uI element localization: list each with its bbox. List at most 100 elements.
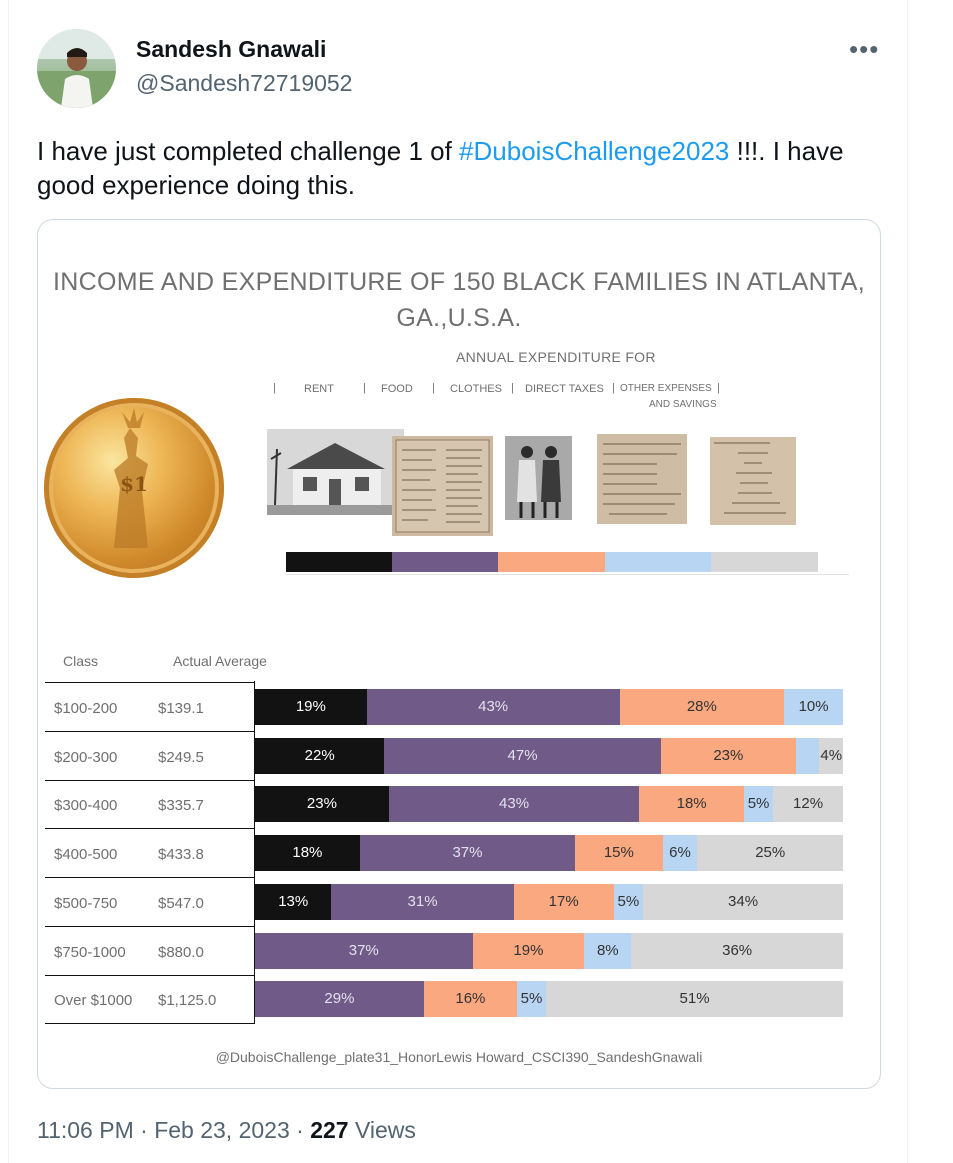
class-cell: $750-1000: [54, 943, 126, 961]
bar-segment-clothes: 15%: [575, 835, 663, 872]
bar-segment-other: 12%: [773, 786, 843, 823]
bar-segment-taxes: [795, 737, 820, 774]
tweet-text: I have just completed challenge 1 of #Du…: [37, 134, 897, 202]
category-direct-taxes: DIRECT TAXES: [525, 383, 604, 395]
avatar[interactable]: [37, 29, 116, 108]
bar-row: 13% 31% 17% 5% 34%: [255, 883, 843, 920]
viz-credit: @DuboisChallenge_plate31_HonorLewis Howa…: [215, 1049, 703, 1065]
legend-other-swatch: [711, 552, 818, 572]
coin-dollar-text: $1: [120, 472, 148, 496]
column-header-class: Class: [63, 653, 99, 669]
timeline-border-right: [907, 0, 908, 1163]
category-header: | RENT | FOOD | CLOTHES | DIRECT TAXES |…: [270, 381, 750, 421]
column-header-average: Actual Average: [173, 653, 267, 669]
hashtag-link[interactable]: #DuboisChallenge2023: [459, 136, 729, 166]
table-row: $500-750 $547.0: [45, 878, 254, 927]
tweet-meta: 11:06 PM · Feb 23, 2023 · 227 Views: [37, 1117, 416, 1144]
category-divider: |: [273, 382, 276, 394]
category-divider: |: [363, 382, 366, 394]
bar-segment-taxes: 10%: [784, 689, 843, 725]
tweet-date[interactable]: Feb 23, 2023: [154, 1117, 290, 1143]
bar-segment-other: 4%: [819, 737, 843, 774]
clothes-photo: [505, 436, 572, 520]
table-row: $300-400 $335.7: [45, 780, 254, 830]
tweet-time[interactable]: 11:06 PM: [37, 1117, 134, 1143]
bar-segment-clothes: 18%: [639, 786, 745, 823]
bar-segment-food: 37%: [359, 835, 576, 872]
author-handle[interactable]: @Sandesh72719052: [136, 70, 352, 97]
viz-title: INCOME AND EXPENDITURE OF 150 BLACK FAMI…: [53, 268, 865, 332]
average-cell: $249.5: [158, 748, 204, 766]
bar-segment-other: 25%: [697, 835, 843, 872]
average-cell: $433.8: [158, 846, 204, 864]
more-dots-icon[interactable]: •••: [849, 34, 879, 65]
table-row: Over $1000 $1,125.0: [45, 975, 254, 1025]
table-row: $400-500 $433.8: [45, 829, 254, 879]
bar-row: 18% 37% 15% 6% 25%: [255, 835, 843, 872]
category-clothes: CLOTHES: [450, 383, 502, 395]
timeline-border-left: [8, 0, 9, 1163]
class-cell: $200-300: [54, 748, 118, 766]
bar-segment-taxes: 5%: [516, 981, 547, 1018]
media-card[interactable]: INCOME AND EXPENDITURE OF 150 BLACK FAMI…: [37, 219, 881, 1089]
table-row: $750-1000 $880.0: [45, 927, 254, 976]
table-row: $100-200 $139.1: [45, 683, 254, 732]
bar-row: 19% 43% 28% 10%: [255, 689, 843, 725]
house-photo: [267, 429, 404, 515]
bar-segment-food: 43%: [388, 786, 640, 823]
viz-subtitle: ANNUAL EXPENDITURE FOR: [456, 349, 656, 365]
bar-segment-other: 36%: [631, 932, 843, 969]
bar-segment-clothes: 17%: [513, 883, 614, 920]
bar-segment-clothes: 23%: [660, 737, 796, 774]
views-count: 227: [310, 1117, 349, 1143]
bar-segment-rent: 18%: [255, 835, 360, 872]
bar-segment-rent: 23%: [255, 786, 389, 823]
other-expenses-document-photo: [710, 437, 796, 525]
average-cell: $139.1: [158, 700, 204, 717]
average-cell: $547.0: [158, 894, 204, 912]
class-cell: $300-400: [54, 797, 118, 815]
class-cell: $500-750: [54, 894, 118, 912]
bar-segment-food: 47%: [384, 737, 661, 774]
average-cell: $880.0: [158, 943, 204, 961]
category-divider: |: [432, 382, 435, 394]
views-label: Views: [354, 1117, 416, 1143]
legend-food-swatch: [392, 552, 498, 572]
category-and-savings: AND SAVINGS: [649, 399, 717, 410]
taxes-document-photo: [597, 434, 687, 524]
bar-segment-clothes: 16%: [423, 981, 517, 1018]
bar-segment-rent: 22%: [255, 737, 385, 774]
bar-segment-food: 43%: [366, 689, 620, 725]
category-divider: |: [717, 382, 720, 394]
bar-segment-food: 29%: [255, 981, 424, 1018]
category-divider: |: [612, 382, 615, 394]
bar-segment-taxes: 6%: [662, 835, 698, 872]
dollar-coin-image: $1: [44, 398, 224, 578]
bar-segment-other: 51%: [546, 981, 843, 1018]
bar-segment-taxes: 5%: [613, 883, 644, 920]
bar-row: 22% 47% 23% 4%: [255, 737, 843, 774]
category-divider: |: [511, 382, 514, 394]
bar-segment-taxes: 5%: [744, 786, 774, 823]
bar-segment-food: 37%: [255, 932, 473, 969]
author-name[interactable]: Sandesh Gnawali: [136, 36, 326, 63]
tweet-text-before: I have just completed challenge 1 of: [37, 136, 460, 166]
bar-segment-taxes: 8%: [584, 932, 632, 969]
bar-row: 37% 19% 8% 36%: [255, 932, 843, 969]
legend-taxes-swatch: [605, 552, 711, 572]
bar-segment-rent: 19%: [255, 689, 367, 725]
bar-segment-clothes: 19%: [472, 932, 585, 969]
bar-segment-food: 31%: [331, 883, 514, 920]
class-cell: Over $1000: [54, 992, 133, 1010]
bar-segment-rent: 13%: [255, 883, 332, 920]
category-rent: RENT: [304, 383, 334, 395]
average-cell: $335.7: [158, 797, 204, 815]
legend-rent-swatch: [286, 552, 392, 572]
meta-separator: ·: [133, 1117, 155, 1143]
legend-clothes-swatch: [498, 552, 605, 572]
meta-separator: ·: [289, 1117, 311, 1143]
average-cell: $1,125.0: [158, 992, 217, 1010]
legend-underline: [286, 574, 849, 575]
bar-segment-clothes: 28%: [619, 689, 785, 725]
category-food: FOOD: [381, 383, 413, 395]
